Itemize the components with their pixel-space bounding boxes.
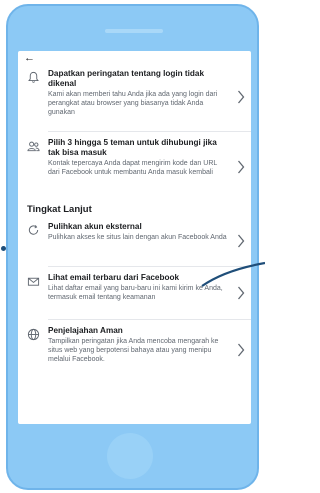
pointer-line [201, 261, 265, 287]
